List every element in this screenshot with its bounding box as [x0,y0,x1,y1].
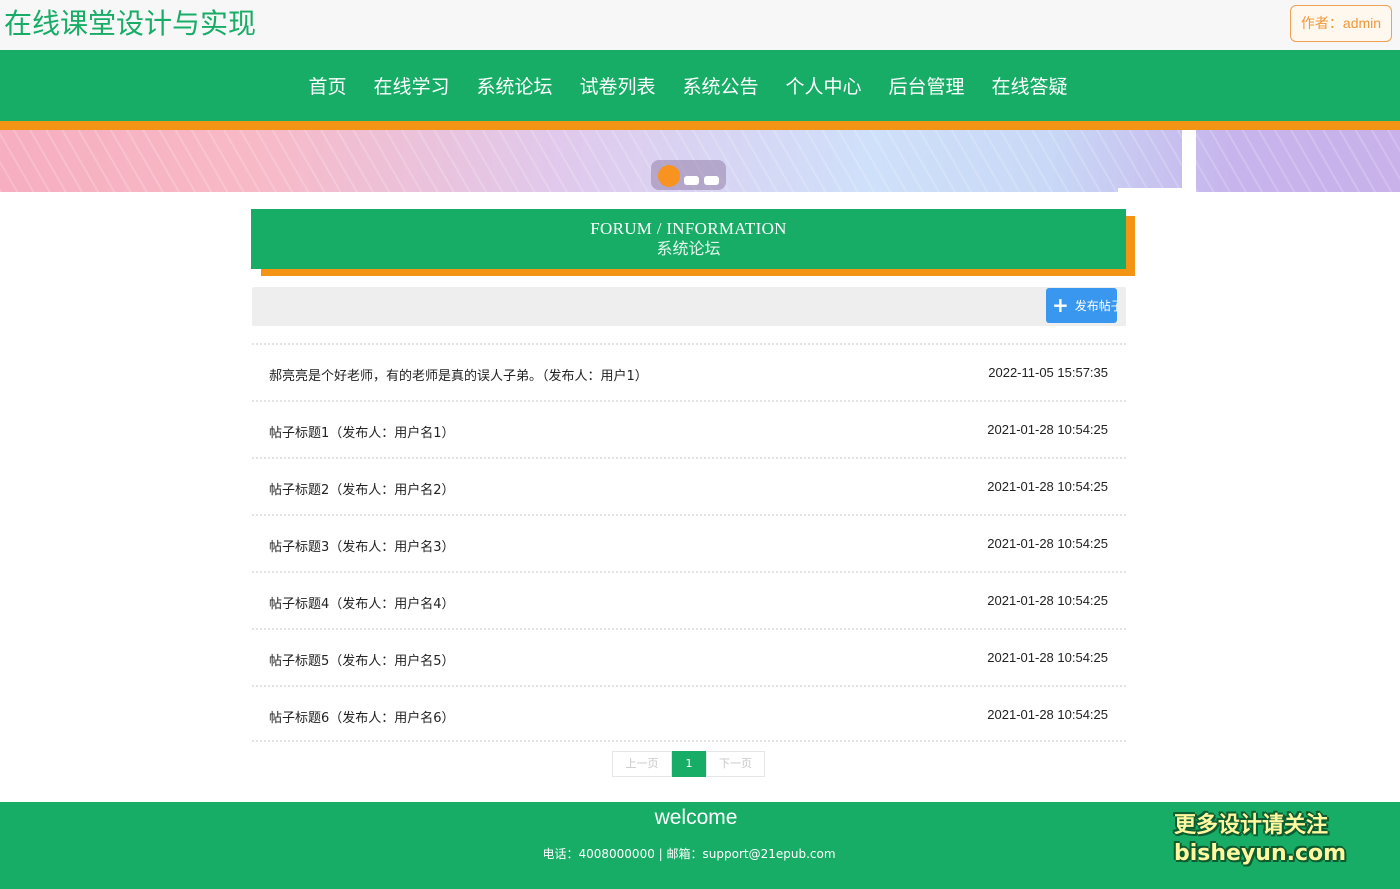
post-row[interactable]: 帖子标题2（发布人：用户名2） 2021-01-28 10:54:25 [252,457,1126,514]
nav-items: 首页 在线学习 系统论坛 试卷列表 系统公告 个人中心 后台管理 在线答疑 [0,50,1400,121]
nav-item-exam-list[interactable]: 试卷列表 [579,72,655,99]
carousel-indicators [651,160,726,190]
post-row[interactable]: 郝亮亮是个好老师，有的老师是真的误人子弟。（发布人：用户1） 2022-11-0… [252,343,1126,400]
pagination: 上一页 1 下一页 [612,751,765,777]
nav-item-personal-center[interactable]: 个人中心 [786,72,862,99]
post-time: 2021-01-28 10:54:25 [987,479,1108,494]
nav-item-announcements[interactable]: 系统公告 [683,72,759,99]
carousel-dot[interactable] [684,176,699,185]
post-row[interactable]: 帖子标题3（发布人：用户名3） 2021-01-28 10:54:25 [252,514,1126,571]
post-time: 2021-01-28 10:54:25 [987,536,1108,551]
nav-item-online-learning[interactable]: 在线学习 [373,72,449,99]
plus-icon: + [1052,293,1069,317]
post-list: 郝亮亮是个好老师，有的老师是真的误人子弟。（发布人：用户1） 2022-11-0… [252,343,1126,742]
section-title-cn: 系统论坛 [656,239,721,258]
post-row[interactable]: 帖子标题4（发布人：用户名4） 2021-01-28 10:54:25 [252,571,1126,628]
top-header: 在线课堂设计与实现 作者：admin [0,0,1400,50]
prev-page-button[interactable]: 上一页 [612,751,672,777]
watermark-line1: 更多设计请关注 [1174,813,1329,838]
main-nav: 首页 在线学习 系统论坛 试卷列表 系统公告 个人中心 后台管理 在线答疑 [0,50,1400,121]
carousel-dot-active[interactable] [658,165,680,187]
post-title[interactable]: 帖子标题2（发布人：用户名2） [269,479,455,498]
post-row[interactable]: 帖子标题5（发布人：用户名5） 2021-01-28 10:54:25 [252,628,1126,685]
banner-gap-bottom [1118,188,1196,192]
nav-accent-bar [0,121,1400,130]
nav-item-forum[interactable]: 系统论坛 [476,72,552,99]
page-number-current[interactable]: 1 [672,751,706,777]
footer-contact: 电话：4008000000 | 邮箱：support@21epub.com [542,847,836,861]
next-page-button[interactable]: 下一页 [706,751,765,777]
nav-item-home[interactable]: 首页 [308,72,346,99]
new-post-button[interactable]: + 发布帖子 [1046,288,1117,323]
footer: welcome 电话：4008000000 | 邮箱：support@21epu… [0,802,1400,889]
post-time: 2021-01-28 10:54:25 [987,650,1108,665]
post-title[interactable]: 帖子标题6（发布人：用户名6） [269,707,455,726]
post-time: 2022-11-05 15:57:35 [988,365,1108,380]
banner-carousel [0,130,1400,192]
post-time: 2021-01-28 10:54:25 [987,593,1108,608]
site-title: 在线课堂设计与实现 [4,7,257,40]
carousel-dot[interactable] [704,176,719,185]
nav-item-admin[interactable]: 后台管理 [889,72,965,99]
nav-item-qa[interactable]: 在线答疑 [992,72,1068,99]
post-row[interactable]: 帖子标题1（发布人：用户名1） 2021-01-28 10:54:25 [252,400,1126,457]
post-time: 2021-01-28 10:54:25 [987,707,1108,722]
post-title[interactable]: 帖子标题1（发布人：用户名1） [269,422,455,441]
new-post-label: 发布帖子 [1074,299,1117,313]
section-title: FORUM / INFORMATION 系统论坛 [251,209,1126,269]
author-badge[interactable]: 作者：admin [1290,5,1392,42]
post-row[interactable]: 帖子标题6（发布人：用户名6） 2021-01-28 10:54:25 [252,685,1126,742]
post-title[interactable]: 帖子标题3（发布人：用户名3） [269,536,455,555]
post-title[interactable]: 帖子标题4（发布人：用户名4） [269,593,455,612]
watermark-line2: bisheyun.com [1174,841,1347,866]
banner-gap [1182,130,1196,192]
forum-toolbar [252,287,1126,326]
post-time: 2021-01-28 10:54:25 [987,422,1108,437]
section-title-en: FORUM / INFORMATION [590,219,787,238]
watermark: 更多设计请关注 bisheyun.com [1174,812,1347,868]
post-title[interactable]: 帖子标题5（发布人：用户名5） [269,650,455,669]
post-title[interactable]: 郝亮亮是个好老师，有的老师是真的误人子弟。（发布人：用户1） [269,365,648,384]
